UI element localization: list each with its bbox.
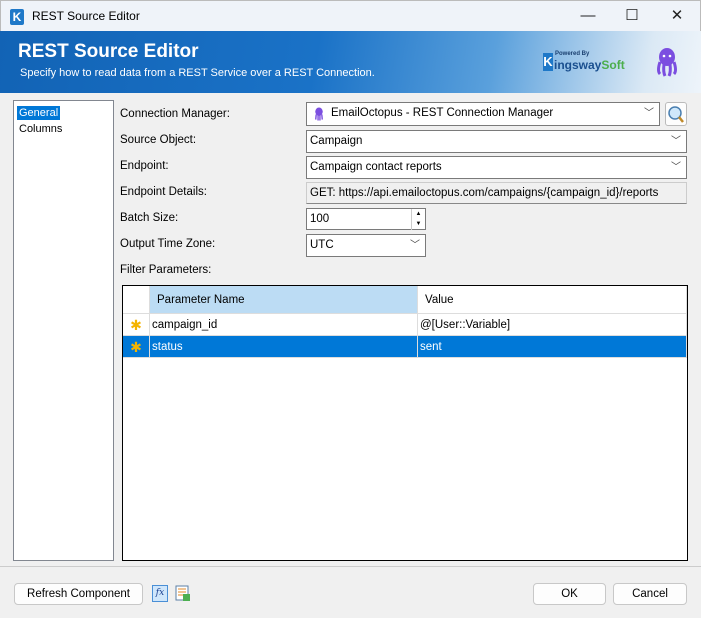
new-row-star-icon: ✱	[123, 314, 150, 336]
column-header-parameter-name[interactable]: Parameter Name	[150, 286, 418, 314]
octopus-icon	[315, 107, 323, 121]
preview-button[interactable]	[665, 102, 687, 126]
chevron-down-icon: ﹀	[671, 136, 681, 147]
octopus-icon	[657, 48, 677, 77]
endpoint-label: Endpoint:	[120, 160, 169, 172]
endpoint-select[interactable]: Campaign contact reports ﹀	[306, 156, 687, 179]
header-banner: REST Source Editor Specify how to read d…	[0, 31, 701, 93]
batch-size-label: Batch Size:	[120, 212, 179, 224]
source-object-select[interactable]: Campaign ﹀	[306, 130, 687, 153]
filter-parameters-label: Filter Parameters:	[120, 264, 212, 276]
banner-subtitle: Specify how to read data from a REST Ser…	[20, 67, 375, 79]
cancel-button[interactable]: Cancel	[613, 583, 687, 605]
footer-divider	[0, 566, 701, 567]
endpoint-details-label: Endpoint Details:	[120, 186, 207, 198]
chevron-down-icon: ﹀	[410, 240, 420, 251]
title-bar: K REST Source Editor — ☐ ✕	[0, 0, 701, 31]
time-zone-label: Output Time Zone:	[120, 238, 216, 250]
connection-manager-label: Connection Manager:	[120, 108, 230, 120]
magnifier-icon	[668, 106, 684, 123]
cell-parameter-name[interactable]: status	[150, 336, 418, 358]
table-row[interactable]: ✱ campaign_id @[User::Variable]	[123, 314, 687, 336]
sidebar-item-columns[interactable]: Columns	[17, 122, 64, 136]
window-title: REST Source Editor	[32, 9, 140, 23]
column-header-value[interactable]: Value	[418, 286, 687, 314]
spin-buttons[interactable]: ▲ ▼	[411, 209, 425, 230]
banner-title: REST Source Editor	[18, 41, 199, 62]
row-header-corner	[123, 286, 150, 314]
page-list[interactable]: General Columns	[13, 100, 114, 561]
cell-value[interactable]: @[User::Variable]	[418, 314, 687, 336]
endpoint-details-field: GET: https://api.emailoctopus.com/campai…	[306, 182, 687, 204]
minimize-icon[interactable]: —	[573, 5, 603, 27]
source-object-label: Source Object:	[120, 134, 197, 146]
app-icon: K	[10, 9, 24, 25]
sidebar-item-general[interactable]: General	[17, 106, 61, 120]
maximize-icon[interactable]: ☐	[617, 5, 647, 27]
cell-value[interactable]: sent	[418, 336, 687, 358]
connection-manager-select[interactable]: EmailOctopus - REST Connection Manager ﹀	[306, 102, 660, 126]
table-settings-icon[interactable]	[175, 585, 191, 602]
refresh-component-button[interactable]: Refresh Component	[14, 583, 143, 605]
kingswaysoft-logo: K Powered By ingswaySoft	[543, 51, 625, 72]
expression-fx-icon[interactable]: fx	[152, 585, 168, 602]
batch-size-stepper[interactable]: 100 ▲ ▼	[306, 208, 426, 230]
close-icon[interactable]: ✕	[662, 5, 692, 27]
chevron-down-icon: ﹀	[644, 108, 654, 119]
chevron-down-icon: ﹀	[671, 162, 681, 173]
new-row-star-icon: ✱	[123, 336, 150, 358]
filter-parameters-grid[interactable]: Parameter Name Value ✱ campaign_id @[Use…	[122, 285, 688, 561]
ok-button[interactable]: OK	[533, 583, 606, 605]
table-row[interactable]: ✱ status sent	[123, 336, 687, 358]
cell-parameter-name[interactable]: campaign_id	[150, 314, 418, 336]
time-zone-select[interactable]: UTC ﹀	[306, 234, 426, 257]
